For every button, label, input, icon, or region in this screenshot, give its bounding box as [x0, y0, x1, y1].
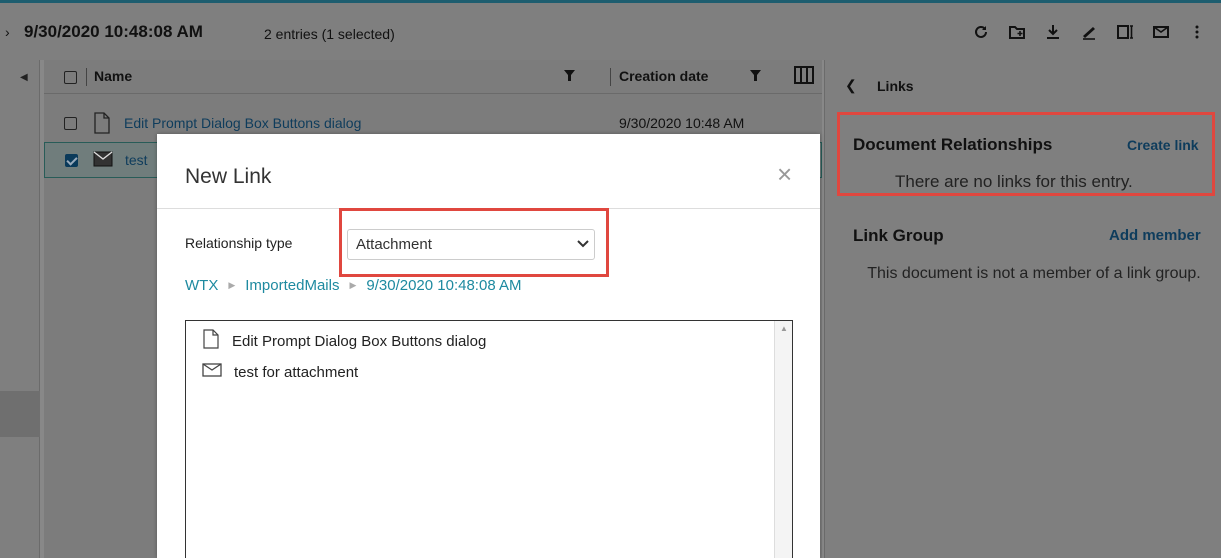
breadcrumb-separator-icon: ▶	[349, 280, 357, 290]
panel-title: Links	[877, 78, 914, 94]
sign-icon[interactable]	[1077, 20, 1101, 44]
row-name[interactable]: test	[125, 152, 148, 168]
email-icon	[93, 151, 113, 170]
document-icon	[202, 329, 220, 353]
column-divider	[610, 68, 611, 86]
filter-icon[interactable]	[750, 69, 761, 85]
more-icon[interactable]	[1185, 20, 1209, 44]
highlight-box	[339, 208, 609, 277]
link-group-heading: Link Group	[853, 226, 944, 245]
list-item[interactable]: test for attachment	[202, 363, 358, 381]
column-header-creation-date[interactable]: Creation date	[619, 68, 708, 84]
list-header: Name Creation date	[44, 60, 822, 94]
breadcrumb-link[interactable]: ImportedMails	[245, 277, 339, 294]
filter-icon[interactable]	[564, 69, 575, 85]
entry-count: 2 entries (1 selected)	[264, 26, 395, 42]
folder-title: 9/30/2020 10:48:08 AM	[24, 22, 203, 41]
new-folder-icon[interactable]	[1005, 20, 1029, 44]
list-item-label: test for attachment	[234, 363, 359, 381]
refresh-icon[interactable]	[969, 20, 993, 44]
select-all-checkbox[interactable]	[64, 71, 77, 84]
row-checkbox[interactable]	[64, 117, 77, 130]
email-icon	[202, 363, 222, 381]
new-link-dialog: New Link × Relationship type Attachment …	[157, 134, 820, 558]
list-item-label: Edit Prompt Dialog Box Buttons dialog	[232, 332, 487, 350]
email-icon[interactable]	[1149, 20, 1173, 44]
collapse-arrow-icon[interactable]: ◀	[20, 72, 28, 83]
left-rail: ◀ M	[0, 60, 40, 558]
row-checkbox[interactable]	[65, 154, 78, 167]
rail-selected-item[interactable]	[0, 391, 40, 437]
column-header-name[interactable]: Name	[94, 68, 132, 84]
list-item[interactable]: Edit Prompt Dialog Box Buttons dialog	[202, 329, 486, 353]
columns-icon[interactable]	[794, 66, 814, 87]
scrollbar[interactable]: ▲	[774, 321, 792, 558]
breadcrumb-separator-icon: ▶	[228, 280, 236, 290]
top-bar: › 9/30/2020 10:48:08 AM 2 entries (1 sel…	[0, 0, 1221, 60]
scroll-up-icon[interactable]: ▲	[780, 324, 788, 333]
toolbar	[969, 20, 1209, 44]
download-icon[interactable]	[1041, 20, 1065, 44]
entry-picker-list[interactable]: Edit Prompt Dialog Box Buttons dialog te…	[185, 320, 793, 558]
breadcrumb-link[interactable]: WTX	[185, 277, 218, 294]
dialog-title: New Link	[185, 165, 272, 188]
back-chevron-icon[interactable]: ❮	[845, 77, 857, 94]
row-date: 9/30/2020 10:48 AM	[619, 115, 745, 131]
row-name[interactable]: Edit Prompt Dialog Box Buttons dialog	[124, 115, 361, 131]
relationship-type-label: Relationship type	[185, 235, 293, 251]
ocr-icon[interactable]	[1113, 20, 1137, 44]
column-divider	[86, 68, 87, 86]
not-member-message: This document is not a member of a link …	[867, 265, 1201, 282]
add-member-button[interactable]: Add member	[1109, 227, 1201, 244]
highlight-box	[837, 112, 1215, 196]
breadcrumb-chevron-icon[interactable]: ›	[5, 24, 10, 40]
document-icon	[92, 112, 112, 137]
breadcrumb-link[interactable]: 9/30/2020 10:48:08 AM	[366, 277, 521, 294]
close-icon[interactable]: ×	[777, 159, 792, 190]
breadcrumb: WTX ▶ ImportedMails ▶ 9/30/2020 10:48:08…	[185, 277, 522, 294]
